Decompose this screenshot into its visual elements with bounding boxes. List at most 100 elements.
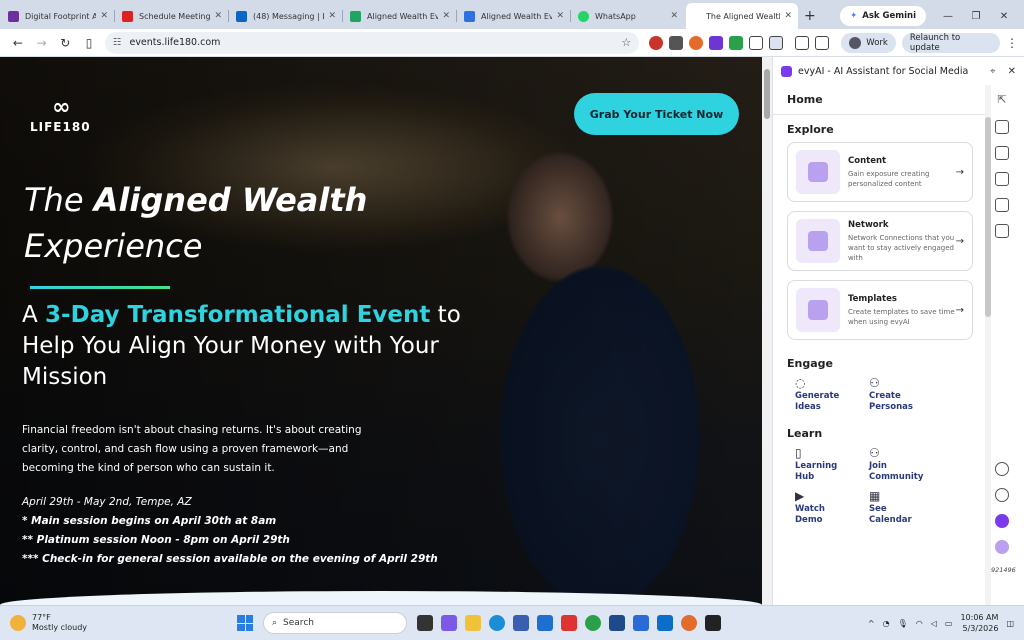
file-explorer-icon[interactable] (465, 615, 481, 631)
profile-icon[interactable] (995, 172, 1009, 186)
tab-linkedin[interactable]: (48) Messaging | LinkedIn✕ (230, 3, 343, 29)
extension-icon[interactable] (649, 35, 664, 50)
extension-icon[interactable] (689, 35, 704, 50)
microphone-icon[interactable]: 🎙 (898, 619, 908, 628)
scrollbar-thumb[interactable] (764, 69, 770, 119)
weather-widget[interactable]: 77°F Mostly cloudy (10, 613, 87, 633)
tab-aligned-wealth-doc[interactable]: Aligned Wealth Event✕ (458, 3, 571, 29)
cast-icon[interactable] (795, 35, 810, 50)
start-button[interactable] (237, 615, 253, 631)
app-icon[interactable] (513, 615, 529, 631)
app-tray-icon[interactable]: ◔ (883, 619, 890, 628)
puzzle-icon[interactable] (749, 35, 764, 50)
app-icon[interactable] (633, 615, 649, 631)
app-icon[interactable] (561, 615, 577, 631)
wifi-icon[interactable]: ◠ (916, 619, 923, 628)
ask-gemini-button[interactable]: ✦ Ask Gemini (840, 6, 926, 26)
reload-button[interactable]: ↻ (53, 36, 77, 50)
extension-icon[interactable] (669, 35, 684, 50)
tab-whatsapp[interactable]: WhatsApp ✕ (572, 3, 684, 29)
restore-button[interactable]: ❐ (962, 11, 990, 22)
tab-digital-footprint[interactable]: Digital Footprint Analysis✕ (2, 3, 115, 29)
document-icon[interactable] (995, 198, 1009, 212)
close-icon[interactable]: ✕ (784, 11, 792, 21)
create-personas-button[interactable]: ⚇ Create Personas (861, 377, 935, 413)
more-menu-icon[interactable]: ⋮ (1006, 36, 1018, 50)
comment-icon[interactable] (995, 146, 1009, 160)
content-card[interactable]: Content Gain exposure creating personaliz… (787, 142, 973, 202)
battery-icon[interactable]: ▭ (945, 619, 953, 628)
templates-card[interactable]: Templates Create templates to save time w… (787, 280, 973, 340)
app-icon[interactable] (609, 615, 625, 631)
edge-icon[interactable] (489, 615, 505, 631)
volume-icon[interactable]: ◁ (931, 619, 937, 628)
life180-logo[interactable]: ∞ LIFE180 (30, 95, 91, 134)
close-icon[interactable]: ✕ (100, 11, 108, 21)
whatsapp-icon (578, 10, 589, 22)
close-icon[interactable]: ✕ (556, 11, 564, 21)
weather-icon (10, 615, 26, 631)
generate-ideas-button[interactable]: ◌ Generate Ideas (787, 377, 861, 413)
tab-schedule-meeting[interactable]: Schedule Meeting | Life✕ (116, 3, 229, 29)
back-button[interactable]: ← (6, 36, 30, 50)
close-icon[interactable]: ✕ (670, 11, 678, 21)
app-icon[interactable] (681, 615, 697, 631)
explore-heading: Explore (787, 123, 834, 136)
panel-side-rail: ⇱ 921496 (991, 85, 1016, 605)
copilot-icon[interactable] (441, 615, 457, 631)
chrome-icon[interactable] (585, 615, 601, 631)
side-panel-icon[interactable] (769, 35, 784, 50)
bookmark-star-icon[interactable]: ☆ (621, 36, 631, 49)
join-community-button[interactable]: ⚇ Join Community (861, 447, 935, 483)
close-icon[interactable]: ✕ (214, 11, 222, 21)
pin-icon[interactable]: ⌖ (990, 66, 996, 77)
book-icon: ▯ (795, 446, 802, 460)
minimize-button[interactable]: — (934, 11, 962, 22)
close-window-button[interactable]: ✕ (990, 11, 1018, 22)
avatar[interactable] (995, 514, 1009, 528)
extension-icon[interactable] (729, 35, 744, 50)
bug-icon[interactable] (995, 462, 1009, 476)
new-tab-button[interactable]: + (804, 8, 816, 24)
sheets-icon (350, 10, 361, 22)
reading-mode-icon[interactable] (815, 35, 830, 50)
close-icon[interactable]: ✕ (328, 11, 336, 21)
forward-button[interactable]: → (30, 36, 54, 50)
profile-button[interactable]: Work (841, 32, 896, 53)
home-icon[interactable] (995, 120, 1009, 134)
notification-bell-icon[interactable]: ◫ (1006, 619, 1014, 628)
task-view-icon[interactable] (417, 615, 433, 631)
evyai-extension-icon[interactable] (709, 35, 724, 50)
grab-ticket-button[interactable]: Grab Your Ticket Now (574, 93, 739, 135)
image-icon[interactable] (995, 224, 1009, 238)
external-link-icon[interactable]: ⇱ (991, 93, 1013, 106)
outlook-icon[interactable] (537, 615, 553, 631)
app-icon[interactable] (705, 615, 721, 631)
relaunch-button[interactable]: Relaunch to update (901, 32, 1000, 53)
chevron-up-icon[interactable]: ^ (868, 619, 875, 628)
clock[interactable]: 10:06 AM 5/3/2026 (960, 612, 998, 634)
close-icon[interactable]: ✕ (442, 11, 450, 21)
site-info-icon[interactable]: ☷ (113, 37, 122, 48)
split-view-icon[interactable]: ▯ (77, 36, 101, 50)
tab-favicon-icon (8, 10, 19, 22)
learning-hub-button[interactable]: ▯ Learning Hub (787, 446, 861, 483)
see-calendar-button[interactable]: ▦ See Calendar (861, 489, 935, 526)
tab-aligned-wealth-sheet[interactable]: Aligned Wealth Event✕ (344, 3, 457, 29)
page-scrollbar[interactable] (762, 57, 772, 605)
watch-demo-button[interactable]: ▶ Watch Demo (787, 490, 861, 526)
window-controls: — ❐ ✕ (934, 11, 1018, 22)
tab-strip: Digital Footprint Analysis✕ Schedule Mee… (0, 0, 1024, 29)
learn-heading: Learn (787, 427, 823, 440)
event-description: Financial freedom isn't about chasing re… (22, 424, 362, 474)
mail-icon[interactable] (657, 615, 673, 631)
calendar-icon: ▦ (869, 489, 881, 503)
tab-aligned-wealth-active[interactable]: The Aligned Wealth ✕ (686, 3, 798, 29)
evyai-content: Home Explore Content Gain exposure creati… (773, 85, 985, 605)
taskbar-search[interactable]: ⌕ Search (263, 612, 407, 634)
network-card[interactable]: Network Network Connections that you want… (787, 211, 973, 271)
settings-icon[interactable] (995, 488, 1009, 502)
address-bar[interactable]: ☷ events.life180.com ☆ (104, 31, 640, 54)
assistant-icon[interactable] (995, 540, 1009, 554)
close-panel-button[interactable]: ✕ (1008, 66, 1016, 77)
